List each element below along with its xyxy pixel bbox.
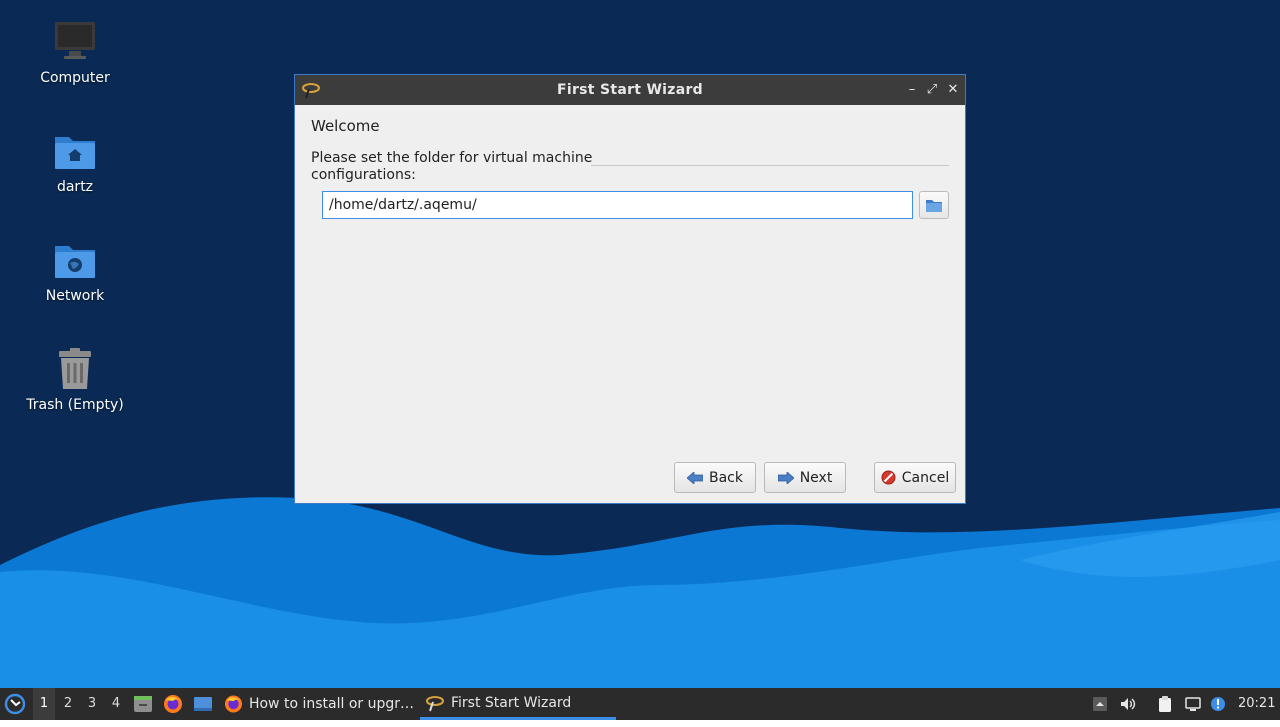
desktop-icon-label: Trash (Empty) <box>26 397 124 413</box>
desktop: Computer dartz Network Trash (Empty) Fir… <box>0 0 1280 688</box>
taskbar-task-label: How to install or upgr… <box>248 696 414 712</box>
taskbar-task-firefox[interactable]: How to install or upgr… <box>224 688 414 720</box>
cancel-button-label: Cancel <box>901 469 950 486</box>
computer-icon <box>55 22 95 59</box>
minimize-button[interactable]: – <box>904 82 920 98</box>
page-heading: Welcome <box>311 117 380 135</box>
arrow-left-icon <box>687 471 703 484</box>
notification-icon[interactable] <box>1210 696 1226 712</box>
next-button-label: Next <box>799 469 833 486</box>
workspace-1-button[interactable]: 1 <box>33 688 55 720</box>
workspace-4-button[interactable]: 4 <box>105 688 127 720</box>
firefox-icon <box>164 695 182 713</box>
start-menu-button[interactable] <box>4 688 30 720</box>
clipboard-icon[interactable] <box>1157 696 1173 712</box>
show-desktop-icon <box>194 697 212 711</box>
network-status-icon[interactable] <box>1185 696 1201 712</box>
taskbar: 1 2 3 4 How to install or upgr… First St… <box>0 688 1280 720</box>
desktop-icon-label: Network <box>45 288 105 304</box>
firefox-launcher[interactable] <box>163 688 185 720</box>
cancel-button[interactable]: Cancel <box>874 462 956 493</box>
home-folder-icon <box>55 137 95 169</box>
trash-icon <box>59 348 91 389</box>
volume-icon[interactable] <box>1120 696 1136 712</box>
desktop-icon-label: dartz <box>56 179 94 195</box>
network-folder-icon <box>55 246 95 278</box>
taskbar-task-wizard[interactable]: First Start Wizard <box>420 688 616 720</box>
folder-prompt-label: Please set the folder for virtual machin… <box>311 150 593 183</box>
first-start-wizard-window: First Start Wizard – ⤢ ✕ Welcome Please … <box>294 74 966 504</box>
desktop-icon-label: Computer <box>40 70 110 86</box>
lubuntu-logo-icon <box>4 693 26 715</box>
workspace-2-button[interactable]: 2 <box>57 688 79 720</box>
next-button[interactable]: Next <box>764 462 846 493</box>
cancel-icon <box>881 470 896 485</box>
separator <box>591 165 949 166</box>
folder-path-input[interactable] <box>322 191 913 219</box>
show-desktop-button[interactable] <box>193 688 215 720</box>
file-manager-launcher[interactable] <box>133 688 155 720</box>
arrow-right-icon <box>777 471 794 484</box>
maximize-button[interactable]: ⤢ <box>924 82 940 98</box>
back-button-label: Back <box>709 469 743 486</box>
aqemu-icon <box>426 695 444 711</box>
folder-icon <box>926 200 942 212</box>
desktop-icon-trash[interactable]: Trash (Empty) <box>15 345 135 413</box>
taskbar-task-label: First Start Wizard <box>451 694 572 711</box>
desktop-icon-home[interactable]: dartz <box>15 127 135 195</box>
tray-expand-icon[interactable] <box>1092 696 1108 712</box>
firefox-icon <box>224 695 243 713</box>
desktop-icon-network[interactable]: Network <box>15 236 135 304</box>
back-button[interactable]: Back <box>674 462 756 493</box>
desktop-icon-computer[interactable]: Computer <box>15 18 135 86</box>
clock[interactable]: 20:21 <box>1238 688 1278 720</box>
close-button[interactable]: ✕ <box>945 82 961 98</box>
window-titlebar[interactable]: First Start Wizard – ⤢ ✕ <box>295 75 965 105</box>
file-manager-icon <box>134 696 152 712</box>
workspace-3-button[interactable]: 3 <box>81 688 103 720</box>
browse-folder-button[interactable] <box>919 191 949 219</box>
window-title: First Start Wizard <box>556 82 704 98</box>
